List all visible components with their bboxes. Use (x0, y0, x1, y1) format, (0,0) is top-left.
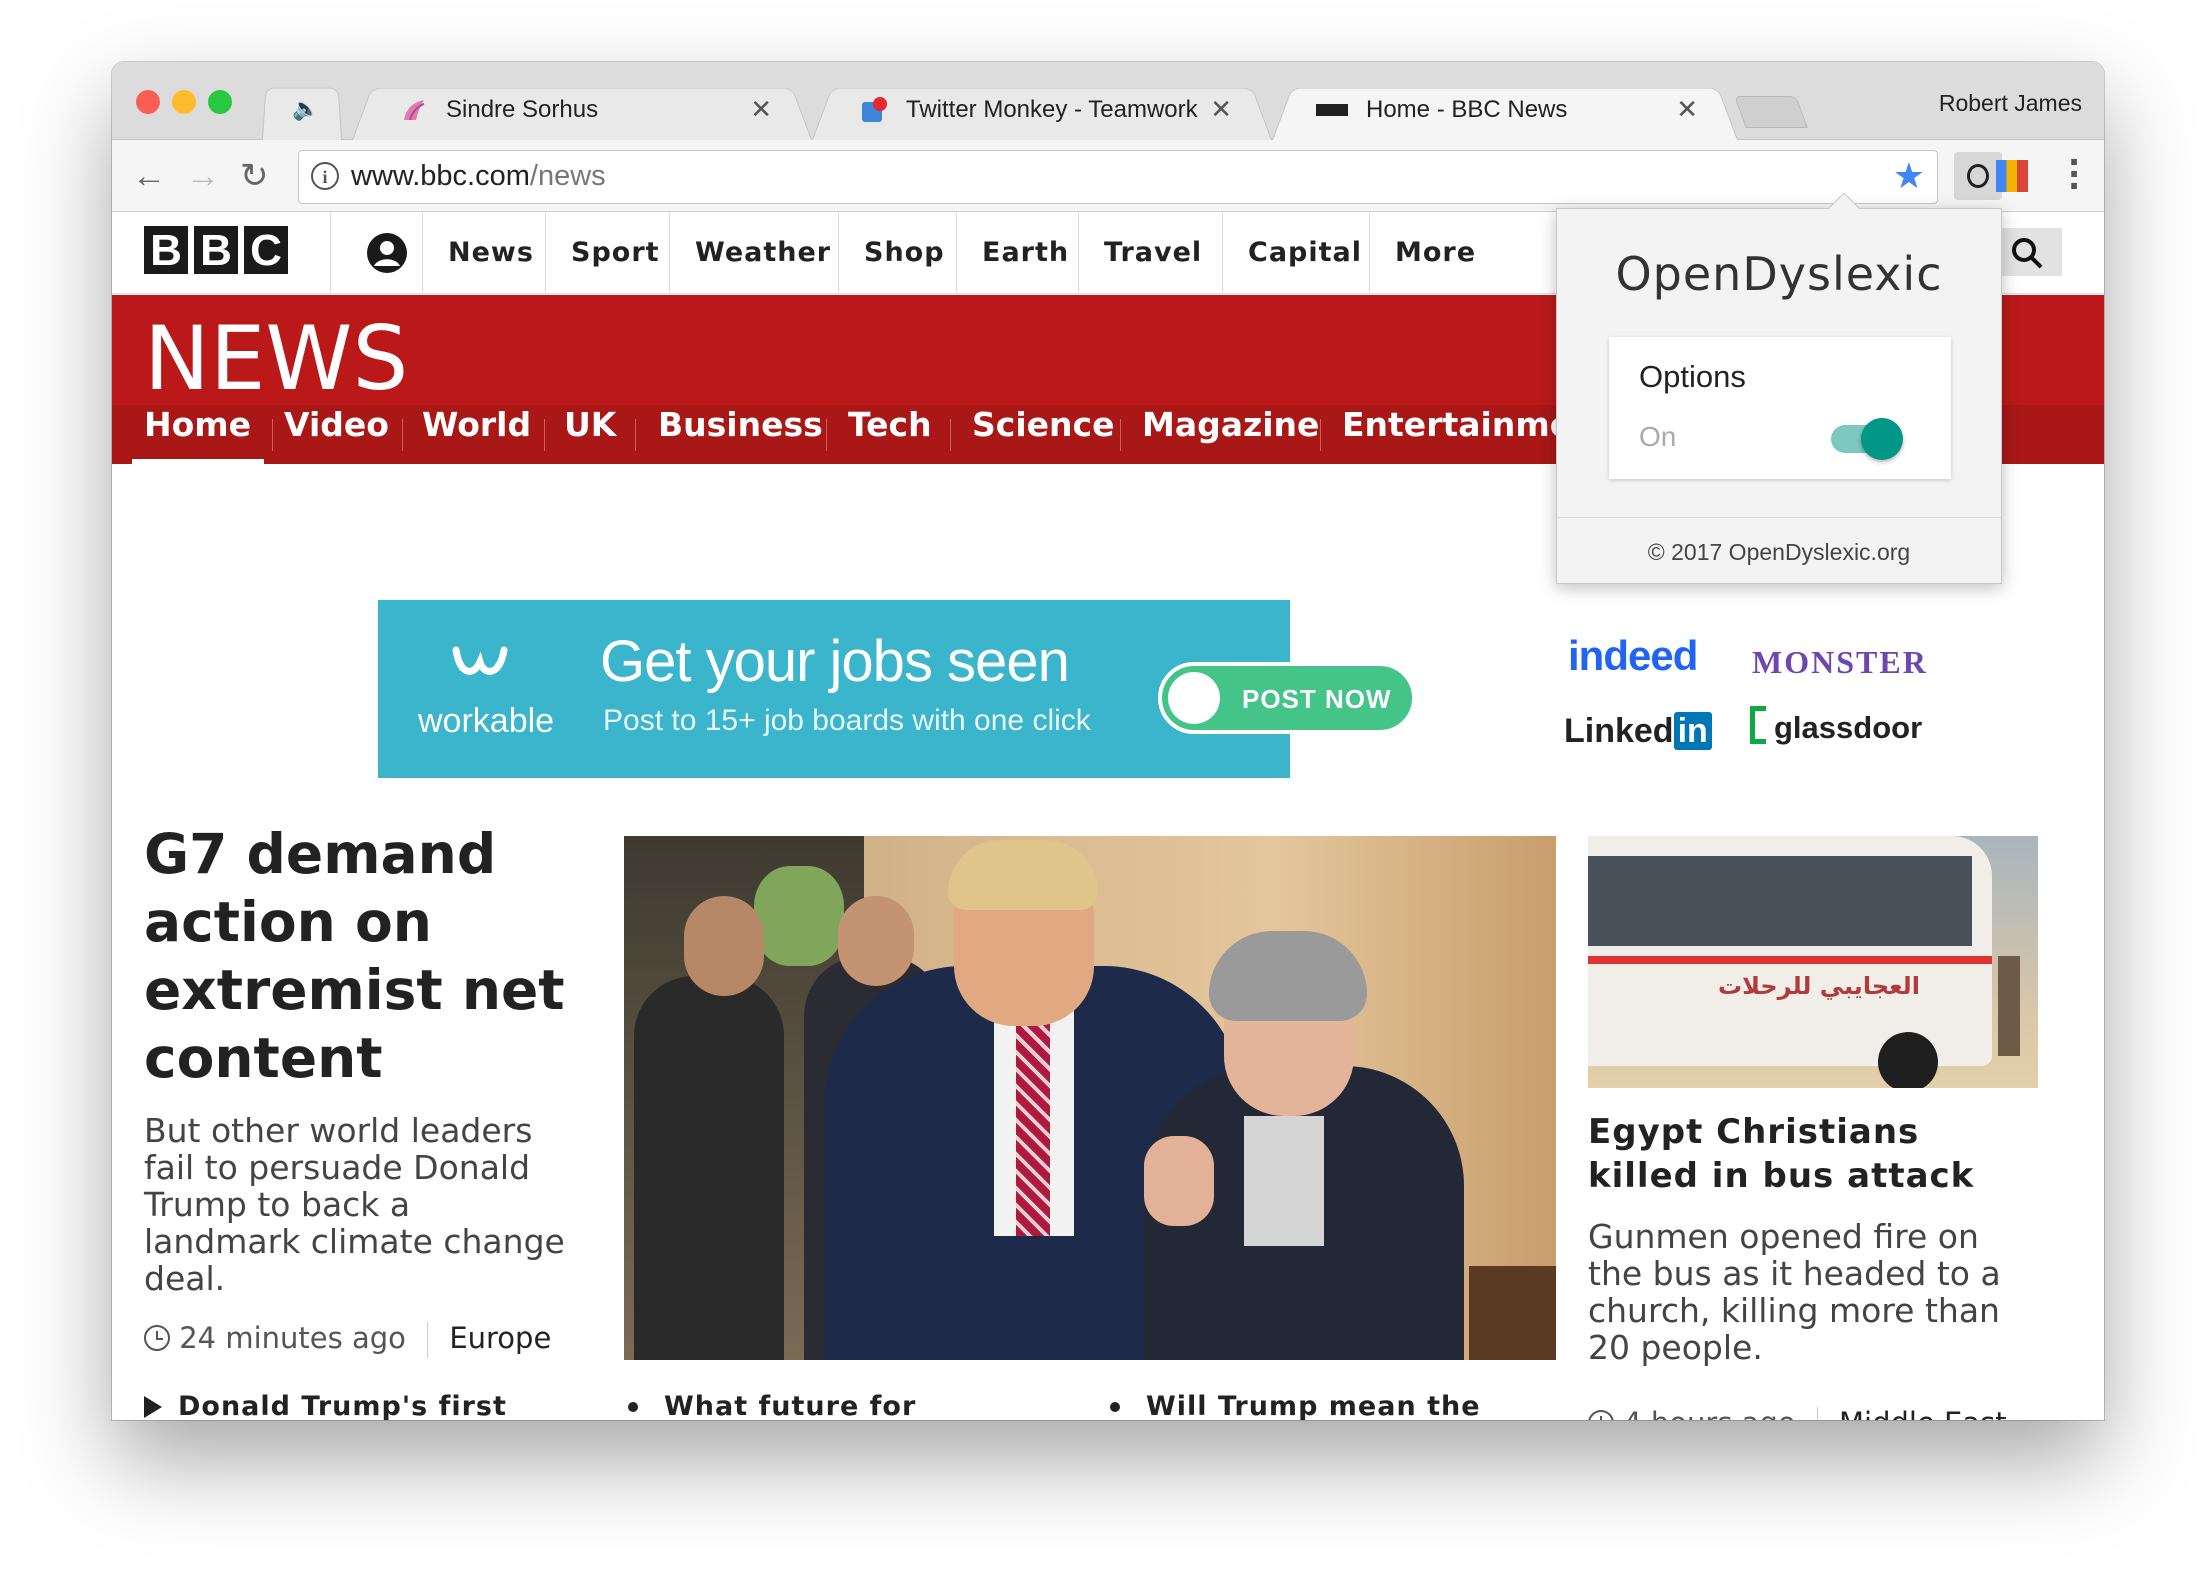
subnav-magazine[interactable]: Magazine (1142, 405, 1319, 464)
options-label: Options (1639, 359, 1746, 394)
bus-signage: العجايبي للرحلات (1718, 972, 1920, 1000)
unicorn-icon (404, 100, 425, 121)
reload-icon[interactable]: ↻ (240, 156, 269, 196)
side-story-image[interactable]: العجايبي للرحلات (1588, 836, 2038, 1088)
title-bar: 🔈 Sindre Sorhus ✕ Twitter Monkey - Teamw… (112, 62, 2104, 140)
bullet-icon (628, 1402, 638, 1412)
info-icon[interactable]: i (311, 162, 339, 190)
side-story[interactable]: Egypt Christians killed in bus attack Gu… (1588, 1110, 2038, 1420)
monster-logo[interactable]: MONSTER (1752, 644, 1928, 681)
subnav-business[interactable]: Business (658, 405, 823, 464)
address-bar[interactable]: i www.bbc.com/news ★ (298, 150, 1938, 204)
lead-meta: 24 minutes ago Europe (144, 1321, 574, 1358)
tab-sindre-sorhus[interactable]: Sindre Sorhus ✕ (352, 80, 812, 140)
clock-icon (1588, 1410, 1614, 1420)
search-icon (2012, 238, 2043, 269)
subnav-science[interactable]: Science (972, 405, 1114, 464)
bbc-nav-news[interactable]: News (422, 212, 559, 294)
browser-window: 🔈 Sindre Sorhus ✕ Twitter Monkey - Teamw… (112, 62, 2104, 1420)
bbc-nav-more[interactable]: More (1369, 212, 1501, 294)
bbc-nav-capital[interactable]: Capital (1222, 212, 1387, 294)
pinned-tab[interactable]: 🔈 (262, 80, 342, 140)
forward-icon[interactable]: → (186, 156, 220, 196)
tab-twitter-monkey[interactable]: Twitter Monkey - Teamwork Cha ✕ (812, 80, 1272, 140)
post-now-button[interactable]: POST NOW (1158, 662, 1416, 734)
url-text: www.bbc.com/news (351, 160, 606, 192)
bbc-nav-sport[interactable]: Sport (545, 212, 685, 294)
close-tab-icon[interactable]: ✕ (1676, 94, 1698, 125)
close-tab-icon[interactable]: ✕ (750, 94, 772, 125)
workable-logo-icon (452, 646, 508, 675)
subnav-world[interactable]: World (422, 405, 531, 464)
popup-title: OpenDyslexic (1615, 247, 1943, 301)
tab-bbc-news[interactable]: Home - BBC News ✕ (1272, 80, 1738, 140)
job-ad-banner[interactable]: workable Get your jobs seen Post to 15+ … (378, 600, 1416, 778)
subnav-uk[interactable]: UK (564, 405, 616, 464)
glassdoor-logo[interactable]: glassdoor (1774, 710, 1922, 746)
side-headline[interactable]: Egypt Christians killed in bus attack (1588, 1110, 2038, 1198)
tab-label: Twitter Monkey - Teamwork Cha (906, 96, 1202, 123)
glassdoor-icon (1750, 706, 1766, 744)
ad-headline: Get your jobs seen (600, 629, 1070, 694)
subnav-home[interactable]: Home (144, 405, 251, 464)
toggle-knob (1861, 418, 1903, 460)
bbc-nav-earth[interactable]: Earth (956, 212, 1094, 294)
bullet-icon (1110, 1402, 1120, 1412)
opendyslexic-icon (1967, 164, 1989, 188)
back-icon[interactable]: ← (132, 156, 166, 196)
workable-brand: workable (418, 702, 555, 740)
bbc-favicon (1316, 104, 1348, 116)
linkedin-logo[interactable]: Linked in (1564, 712, 1712, 751)
bookmark-star-icon[interactable]: ★ (1893, 155, 1925, 197)
lead-story-image[interactable] (624, 836, 1556, 1360)
ad-subline: Post to 15+ job boards with one click (603, 704, 1091, 737)
related-link-3[interactable]: Will Trump mean the end of global trade? (1110, 1388, 1550, 1420)
bbc-nav-shop[interactable]: Shop (838, 212, 970, 294)
search-button[interactable] (1992, 228, 2062, 276)
account-icon[interactable] (366, 232, 408, 274)
lead-headline[interactable]: G7 demand action on extremist net conten… (144, 820, 574, 1092)
on-toggle[interactable] (1831, 418, 1903, 460)
lead-story[interactable]: G7 demand action on extremist net conten… (144, 820, 574, 1358)
side-meta: 4 hours ago Middle East (1588, 1406, 2038, 1420)
related-link-2[interactable]: What future for Atlantic alliance? (628, 1388, 1048, 1420)
twitter-monkey-icon (862, 97, 887, 122)
tab-label: Sindre Sorhus (446, 96, 599, 123)
news-title[interactable]: NEWS (144, 307, 408, 410)
indeed-logo[interactable]: indeed (1568, 632, 1698, 680)
popup-footer[interactable]: © 2017 OpenDyslexic.org (1557, 539, 2001, 566)
opendyslexic-extension-button[interactable] (1954, 152, 2002, 200)
close-tab-icon[interactable]: ✕ (1210, 94, 1232, 125)
play-icon (144, 1396, 162, 1418)
tab-label: Home - BBC News (1366, 96, 1568, 123)
minimize-window-button[interactable] (172, 90, 196, 114)
side-section-link[interactable]: Middle East (1839, 1406, 2007, 1420)
clock-icon (144, 1325, 170, 1351)
zoom-window-button[interactable] (208, 90, 232, 114)
subnav-video[interactable]: Video (284, 405, 389, 464)
bbc-nav-travel[interactable]: Travel (1078, 212, 1227, 294)
extension-icon[interactable] (1996, 160, 2028, 192)
new-tab-button[interactable] (1734, 96, 1808, 128)
related-link-1[interactable]: Donald Trump's first G7 summit (144, 1388, 544, 1420)
opendyslexic-popup: OpenDyslexic Options On © 2017 OpenDysle… (1556, 192, 2002, 584)
profile-name[interactable]: Robert James (1939, 90, 2082, 117)
menu-dots-icon[interactable]: · · · (2068, 146, 2080, 202)
lead-summary: But other world leaders fail to persuade… (144, 1111, 565, 1298)
bbc-nav-weather[interactable]: Weather (669, 212, 856, 294)
lead-section-link[interactable]: Europe (449, 1321, 551, 1355)
options-card: Options On (1609, 337, 1951, 479)
toggle-knob-icon (1168, 672, 1220, 724)
toggle-label: On (1639, 421, 1677, 452)
subnav-tech[interactable]: Tech (848, 405, 932, 464)
speaker-icon: 🔈 (292, 96, 320, 121)
side-summary: Gunmen opened fire on the bus as it head… (1588, 1217, 2001, 1367)
close-window-button[interactable] (136, 90, 160, 114)
